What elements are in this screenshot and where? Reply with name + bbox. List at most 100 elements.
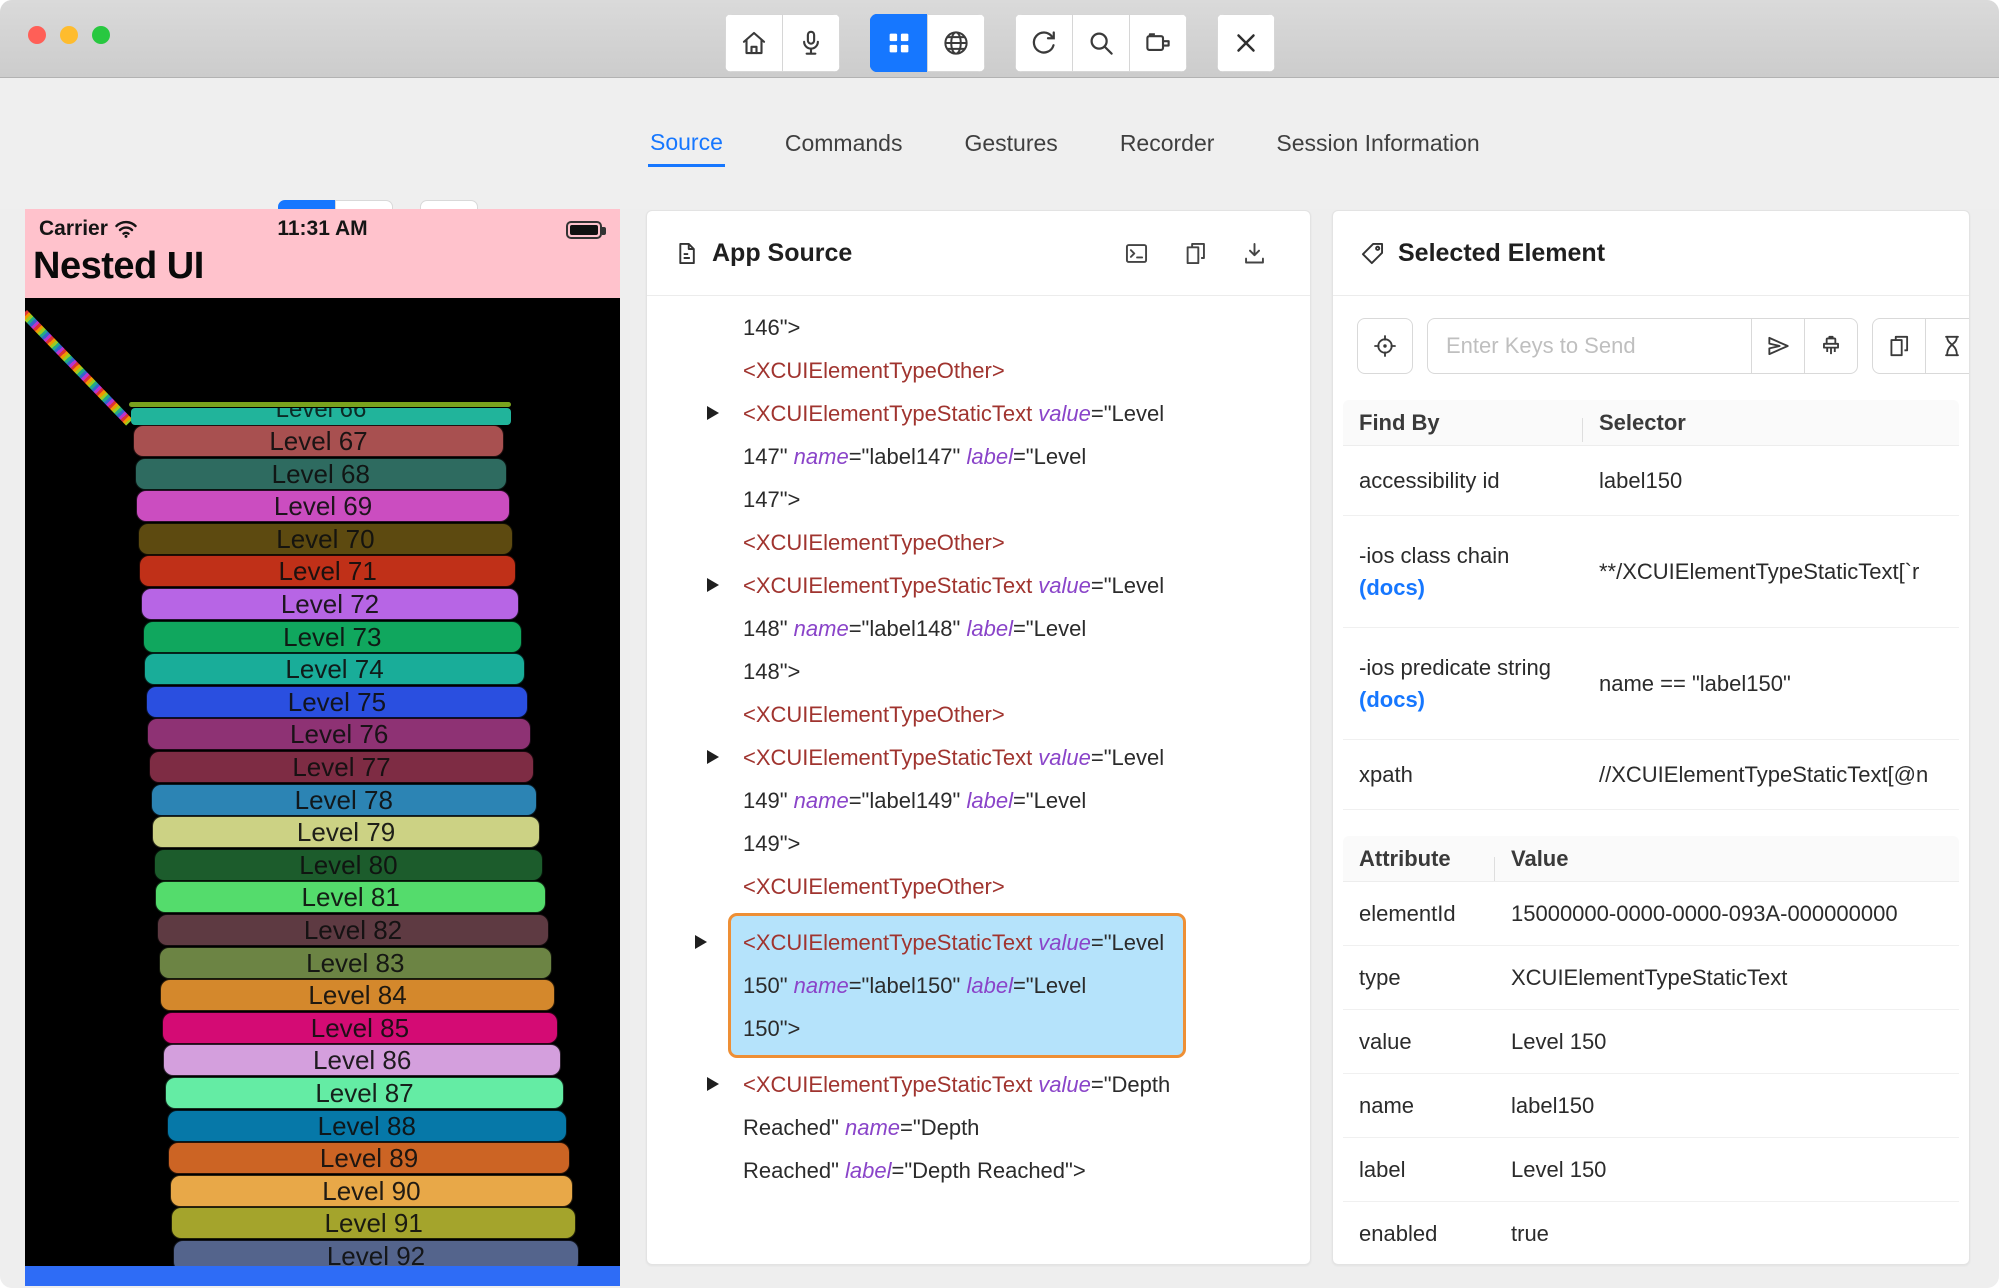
- phone-header: Carrier 11:31 AM Nested UI: [25, 209, 620, 298]
- level-bar[interactable]: Level 69: [136, 490, 510, 523]
- selected-element-header: Selected Element: [1333, 211, 1969, 296]
- source-line[interactable]: 147" name="label147" label="Level: [743, 435, 1292, 478]
- level-bar[interactable]: Level 72: [141, 588, 519, 620]
- tab-recorder[interactable]: Recorder: [1118, 122, 1217, 165]
- level-bar[interactable]: Level 85: [161, 1011, 558, 1044]
- level-bar[interactable]: Level 91: [171, 1207, 576, 1240]
- level-bar[interactable]: Level 70: [137, 522, 513, 555]
- source-line[interactable]: <XCUIElementTypeStaticText value="Level: [695, 921, 1183, 964]
- source-tree: 146"> <XCUIElementTypeOther> <XCUIElementT…: [647, 296, 1310, 1192]
- source-line[interactable]: 149">: [743, 822, 1292, 865]
- level-bar[interactable]: Level 74: [144, 653, 525, 686]
- tab-session-information[interactable]: Session Information: [1274, 122, 1481, 165]
- level-bar[interactable]: Level 75: [145, 685, 528, 718]
- expand-caret-icon[interactable]: [707, 406, 719, 420]
- tab-commands[interactable]: Commands: [783, 122, 905, 165]
- selected-source-highlight[interactable]: <XCUIElementTypeStaticText value="Level 1…: [695, 913, 1186, 1058]
- app-title: Nested UI: [33, 245, 204, 287]
- source-line[interactable]: <XCUIElementTypeStaticText value="Depth: [707, 1063, 1292, 1106]
- level-bar[interactable]: Level 79: [152, 816, 540, 849]
- value-col-header: Value: [1511, 845, 1569, 871]
- selection-highlight-strip: [25, 1266, 620, 1286]
- level-bar[interactable]: Level 86: [163, 1044, 561, 1077]
- level-bar[interactable]: Level 84: [160, 979, 555, 1012]
- grid-view-button[interactable]: [869, 14, 928, 72]
- compressed-level-bar: Level 66: [131, 408, 511, 425]
- traffic-lights: [28, 26, 110, 44]
- attribute-row: label Level 150: [1343, 1138, 1959, 1202]
- crosshair-icon: [1374, 335, 1396, 357]
- level-bar[interactable]: Level 82: [157, 914, 549, 946]
- expand-caret-icon[interactable]: [707, 750, 719, 764]
- source-line[interactable]: <XCUIElementTypeOther>: [743, 349, 1292, 392]
- source-line[interactable]: 150">: [743, 1007, 1183, 1050]
- source-line[interactable]: Reached" name="Depth: [743, 1106, 1292, 1149]
- tab-gestures[interactable]: Gestures: [962, 122, 1059, 165]
- level-bar[interactable]: Level 90: [169, 1174, 573, 1207]
- level-bar[interactable]: Level 68: [134, 457, 507, 490]
- microphone-button[interactable]: [781, 14, 840, 72]
- globe-button[interactable]: [926, 14, 985, 72]
- level-bar[interactable]: Level 77: [149, 751, 534, 783]
- expand-caret-icon[interactable]: [707, 1077, 719, 1091]
- source-line[interactable]: 148" name="label148" label="Level: [743, 607, 1292, 650]
- download-source-icon[interactable]: [1241, 240, 1268, 267]
- keys-input[interactable]: [1427, 318, 1752, 374]
- minimize-window-button[interactable]: [60, 26, 78, 44]
- home-button[interactable]: [724, 14, 783, 72]
- docs-link[interactable]: (docs): [1359, 572, 1583, 604]
- level-bar[interactable]: Level 71: [139, 555, 516, 588]
- tab-source[interactable]: Source: [648, 121, 725, 167]
- level-bar[interactable]: Level 89: [168, 1142, 570, 1175]
- search-button[interactable]: [1071, 14, 1130, 72]
- zoom-window-button[interactable]: [92, 26, 110, 44]
- wait-timeout-button[interactable]: [1925, 318, 1969, 374]
- source-line[interactable]: <XCUIElementTypeOther>: [743, 521, 1292, 564]
- level-bar[interactable]: Level 81: [155, 881, 546, 914]
- source-line[interactable]: 148">: [743, 650, 1292, 693]
- expand-caret-icon[interactable]: [707, 578, 719, 592]
- source-line[interactable]: Reached" label="Depth Reached">: [743, 1149, 1292, 1192]
- clear-keys-button[interactable]: [1804, 318, 1858, 374]
- level-bar[interactable]: Level 92: [173, 1240, 579, 1266]
- source-line[interactable]: 149" name="label149" label="Level: [743, 779, 1292, 822]
- expand-caret-icon[interactable]: [695, 935, 707, 949]
- close-window-button[interactable]: [28, 26, 46, 44]
- attribute-row: enabled true: [1343, 1202, 1959, 1264]
- source-line[interactable]: <XCUIElementTypeOther>: [743, 693, 1292, 736]
- main-toolbar: [724, 14, 1275, 72]
- attributes-header: Attribute Value: [1343, 836, 1959, 882]
- docs-link[interactable]: (docs): [1359, 684, 1583, 716]
- locate-element-button[interactable]: [1357, 318, 1413, 374]
- attribute-row: value Level 150: [1343, 1010, 1959, 1074]
- terminal-icon[interactable]: [1123, 240, 1150, 267]
- source-line[interactable]: 147">: [743, 478, 1292, 521]
- source-line[interactable]: <XCUIElementTypeOther>: [743, 865, 1292, 908]
- copy-attributes-button[interactable]: [1872, 318, 1926, 374]
- record-video-button[interactable]: [1128, 14, 1187, 72]
- app-source-header: App Source: [647, 211, 1310, 296]
- refresh-button[interactable]: [1014, 14, 1073, 72]
- source-line[interactable]: 150" name="label150" label="Level: [743, 964, 1183, 1007]
- level-bar[interactable]: Level 87: [165, 1077, 564, 1109]
- close-session-button[interactable]: [1216, 14, 1275, 72]
- send-keys-button[interactable]: [1751, 318, 1805, 374]
- hourglass-icon: [1945, 335, 1959, 357]
- level-bar[interactable]: Level 73: [142, 620, 522, 653]
- selector-col-header: Selector: [1599, 409, 1686, 435]
- source-line[interactable]: 146">: [743, 306, 1292, 349]
- find-by-table: Find By Selector accessibility id label15…: [1343, 400, 1959, 810]
- source-line[interactable]: <XCUIElementTypeStaticText value="Level: [707, 736, 1292, 779]
- globe-icon: [943, 31, 968, 55]
- device-screenshot[interactable]: Carrier 11:31 AM Nested UI Level Level L…: [25, 209, 620, 1286]
- level-bar[interactable]: Level 67: [133, 425, 504, 457]
- copy-source-icon[interactable]: [1182, 240, 1209, 267]
- level-bar[interactable]: Level 76: [147, 718, 531, 751]
- level-bar[interactable]: Level 83: [158, 946, 552, 979]
- source-line[interactable]: <XCUIElementTypeStaticText value="Level: [707, 392, 1292, 435]
- level-bar[interactable]: Level 88: [166, 1109, 567, 1142]
- level-bar[interactable]: Level 80: [153, 848, 543, 881]
- level-bar[interactable]: Level 78: [150, 783, 537, 816]
- titlebar: [0, 0, 1999, 78]
- source-line[interactable]: <XCUIElementTypeStaticText value="Level: [707, 564, 1292, 607]
